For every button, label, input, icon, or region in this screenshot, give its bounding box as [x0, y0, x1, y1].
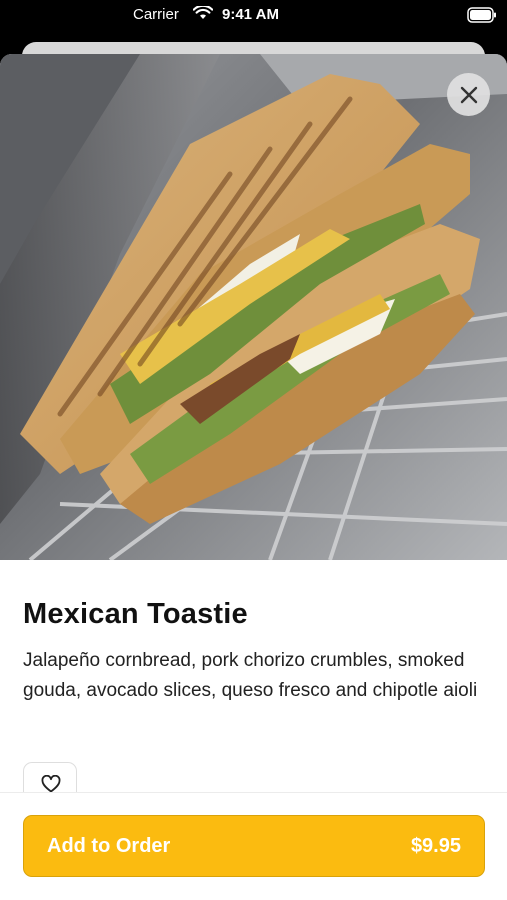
close-icon	[460, 86, 477, 103]
wifi-icon	[193, 6, 213, 19]
carrier-label: Carrier	[133, 6, 179, 23]
close-button[interactable]	[447, 73, 490, 116]
battery-icon	[467, 7, 496, 23]
bottom-action-bar: Add to Order $9.95	[0, 792, 507, 900]
item-photo	[0, 54, 507, 560]
item-price: $9.95	[410, 835, 461, 857]
item-detail-sheet: Mexican Toastie Jalapeño cornbread, pork…	[0, 54, 507, 900]
item-description: Jalapeño cornbread, pork chorizo crumble…	[23, 650, 478, 701]
add-to-order-button[interactable]: Add to Order $9.95	[23, 815, 485, 877]
status-time: 9:41 AM	[222, 6, 279, 23]
status-bar: Carrier 9:41 AM	[0, 0, 507, 32]
add-to-order-label: Add to Order	[47, 835, 171, 857]
heart-outline-icon	[41, 775, 61, 793]
item-title: Mexican Toastie	[23, 598, 248, 630]
